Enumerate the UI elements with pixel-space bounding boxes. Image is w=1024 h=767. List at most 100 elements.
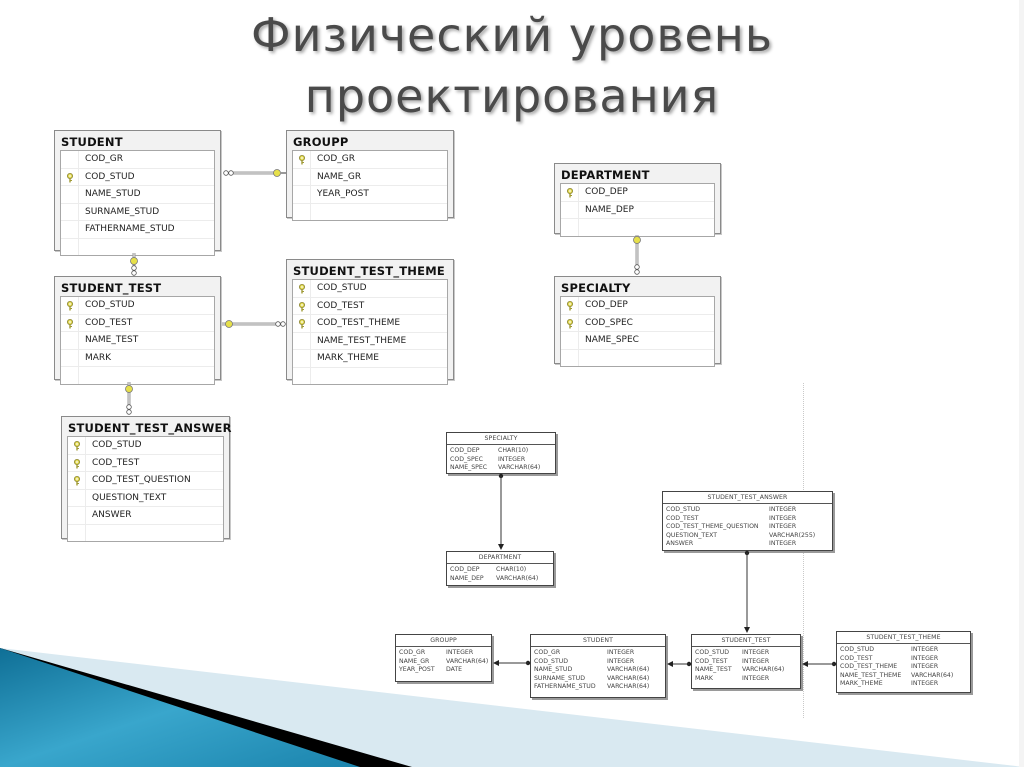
column-row[interactable]: COD_GR INTEGER <box>534 649 662 658</box>
erwin-table-student[interactable]: STUDENT COD_GR INTEGER COD_STUD INTEGER NAME_… <box>530 634 666 698</box>
field-row[interactable]: COD_STUD <box>293 280 447 298</box>
field-row[interactable]: COD_SPEC <box>561 314 714 332</box>
column-row[interactable]: MARK_THEME INTEGER <box>840 680 967 689</box>
column-type: INTEGER <box>498 455 526 463</box>
field-grid: COD_STUD COD_TEST NAME_TEST MARK <box>60 296 215 385</box>
field-row[interactable]: COD_GR <box>293 151 447 169</box>
field-row[interactable]: NAME_DEP <box>561 201 714 219</box>
table-name: SPECIALTY <box>561 281 631 295</box>
field-name: MARK_THEME <box>317 353 379 363</box>
column-row[interactable]: QUESTION_TEXT VARCHAR(255) <box>666 532 829 541</box>
ssms-table-student-test-theme[interactable]: STUDENT_TEST_THEME COD_STUD COD_TEST COD_T… <box>286 259 454 385</box>
erwin-table-specialty[interactable]: SPECIALTY COD_DEP CHAR(10) COD_SPEC INTEGER N… <box>446 432 556 474</box>
empty-field-row[interactable] <box>61 238 214 255</box>
field-row[interactable]: COD_STUD <box>61 297 214 315</box>
field-row[interactable]: SURNAME_STUD <box>61 203 214 221</box>
column-row[interactable]: NAME_TEST_THEME VARCHAR(64) <box>840 672 967 681</box>
field-row[interactable]: COD_TEST_QUESTION <box>68 472 223 490</box>
empty-field-row[interactable] <box>293 203 447 220</box>
ssms-table-groupp[interactable]: GROUPP COD_GR NAME_GR YEAR_POST <box>286 130 454 221</box>
column-row[interactable]: COD_STUD INTEGER <box>534 658 662 667</box>
column-row[interactable]: FATHERNAME_STUD VARCHAR(64) <box>534 683 662 692</box>
column-row[interactable]: NAME_STUD VARCHAR(64) <box>534 666 662 675</box>
column-row[interactable]: COD_STUD INTEGER <box>695 649 797 658</box>
column-row[interactable]: COD_STUD INTEGER <box>840 646 967 655</box>
field-row[interactable]: ANSWER <box>68 507 223 525</box>
field-row[interactable]: COD_TEST <box>293 297 447 315</box>
column-row[interactable]: COD_STUD INTEGER <box>666 506 829 515</box>
column-row[interactable]: YEAR_POST DATE <box>399 666 488 675</box>
field-row[interactable]: MARK <box>61 349 214 367</box>
field-row[interactable]: COD_DEP <box>561 297 714 315</box>
primary-key-icon <box>66 301 74 311</box>
column-row[interactable]: NAME_DEP VARCHAR(64) <box>450 575 550 584</box>
column-row[interactable]: COD_GR INTEGER <box>399 649 488 658</box>
field-name: ANSWER <box>92 510 132 520</box>
erwin-table-student-test-answer[interactable]: STUDENT_TEST_ANSWER COD_STUD INTEGER COD_TE… <box>662 491 833 551</box>
column-list: COD_STUD INTEGER COD_TEST INTEGER COD_TEST_T… <box>663 504 832 551</box>
field-name: NAME_DEP <box>585 204 634 215</box>
field-grid: COD_DEP NAME_DEP <box>560 183 715 237</box>
column-row[interactable]: COD_DEP CHAR(10) <box>450 566 550 575</box>
column-name: NAME_DEP <box>450 574 484 582</box>
field-row[interactable]: COD_TEST_THEME <box>293 315 447 333</box>
ssms-table-specialty[interactable]: SPECIALTY COD_DEP COD_SPEC NAME_SPEC <box>554 276 721 367</box>
empty-field-row[interactable] <box>68 524 223 541</box>
field-row[interactable]: COD_STUD <box>61 168 214 186</box>
row-selector <box>293 186 311 203</box>
column-row[interactable]: COD_DEP CHAR(10) <box>450 447 552 456</box>
empty-field-row[interactable] <box>293 367 447 384</box>
field-row[interactable]: NAME_STUD <box>61 186 214 204</box>
field-row[interactable]: NAME_GR <box>293 168 447 186</box>
ssms-table-student-test-answer[interactable]: STUDENT_TEST_ANSWER COD_STUD COD_TEST COD_… <box>61 416 231 542</box>
empty-field-row[interactable] <box>561 349 714 366</box>
field-row[interactable]: NAME_TEST <box>61 332 214 350</box>
field-row[interactable]: FATHERNAME_STUD <box>61 221 214 239</box>
column-name: MARK_THEME <box>840 680 883 688</box>
field-row[interactable]: COD_TEST <box>61 314 214 332</box>
erwin-table-department[interactable]: DEPARTMENT COD_DEP CHAR(10) NAME_DEP VARCHAR… <box>446 551 554 586</box>
row-selector <box>61 203 79 220</box>
column-list: COD_STUD INTEGER COD_TEST INTEGER COD_TEST_T… <box>837 644 970 691</box>
column-row[interactable]: COD_TEST_THEME_QUESTION INTEGER <box>666 523 829 532</box>
column-row[interactable]: MARK INTEGER <box>695 675 797 684</box>
column-row[interactable]: COD_TEST INTEGER <box>840 655 967 664</box>
column-row[interactable]: NAME_GR VARCHAR(64) <box>399 658 488 667</box>
ssms-table-department[interactable]: DEPARTMENT COD_DEP NAME_DEP <box>554 163 721 237</box>
empty-field-row[interactable] <box>561 219 714 236</box>
column-type: INTEGER <box>769 540 797 548</box>
column-row[interactable]: NAME_TEST VARCHAR(64) <box>695 666 797 675</box>
column-type: INTEGER <box>446 649 474 656</box>
erwin-table-student-test[interactable]: STUDENT_TEST COD_STUD INTEGER COD_TEST INTEG… <box>691 634 801 689</box>
primary-key-icon <box>73 458 81 469</box>
primary-key-icon <box>73 476 81 486</box>
field-row[interactable]: COD_GR <box>61 151 214 169</box>
primary-key-icon <box>73 441 81 451</box>
column-row[interactable]: COD_TEST INTEGER <box>666 515 829 524</box>
column-name: FATHERNAME_STUD <box>534 683 596 691</box>
empty-field-row[interactable] <box>61 367 214 384</box>
column-type: VARCHAR(255) <box>769 531 816 539</box>
field-row[interactable]: NAME_TEST_THEME <box>293 332 447 350</box>
column-name: NAME_STUD <box>534 666 573 674</box>
erwin-table-student-test-theme[interactable]: STUDENT_TEST_THEME COD_STUD INTEGER COD_TES… <box>836 631 971 693</box>
column-row[interactable]: SURNAME_STUD VARCHAR(64) <box>534 675 662 684</box>
ssms-table-student-test[interactable]: STUDENT_TEST COD_STUD COD_TEST NAME_TEST MA… <box>54 276 221 385</box>
column-row[interactable]: COD_SPEC INTEGER <box>450 456 552 465</box>
column-row[interactable]: COD_TEST INTEGER <box>695 658 797 667</box>
field-name: COD_STUD <box>92 440 142 450</box>
field-row[interactable]: COD_DEP <box>561 184 714 202</box>
column-type: VARCHAR(64) <box>498 464 541 472</box>
field-row[interactable]: COD_STUD <box>68 437 223 455</box>
column-row[interactable]: ANSWER INTEGER <box>666 540 829 549</box>
column-row[interactable]: NAME_SPEC VARCHAR(64) <box>450 464 552 473</box>
ssms-table-student[interactable]: STUDENT COD_GR COD_STUD NAME_STUD SURNAME_S… <box>54 130 221 256</box>
field-row[interactable]: YEAR_POST <box>293 186 447 204</box>
field-row[interactable]: NAME_SPEC <box>561 332 714 350</box>
column-row[interactable]: COD_TEST_THEME INTEGER <box>840 663 967 672</box>
field-row[interactable]: MARK_THEME <box>293 350 447 368</box>
field-grid: COD_GR NAME_GR YEAR_POST <box>292 150 448 221</box>
erwin-table-groupp[interactable]: GROUPP COD_GR INTEGER NAME_GR VARCHAR(64) YEA… <box>395 634 492 682</box>
field-row[interactable]: QUESTION_TEXT <box>68 489 223 507</box>
field-row[interactable]: COD_TEST <box>68 454 223 472</box>
